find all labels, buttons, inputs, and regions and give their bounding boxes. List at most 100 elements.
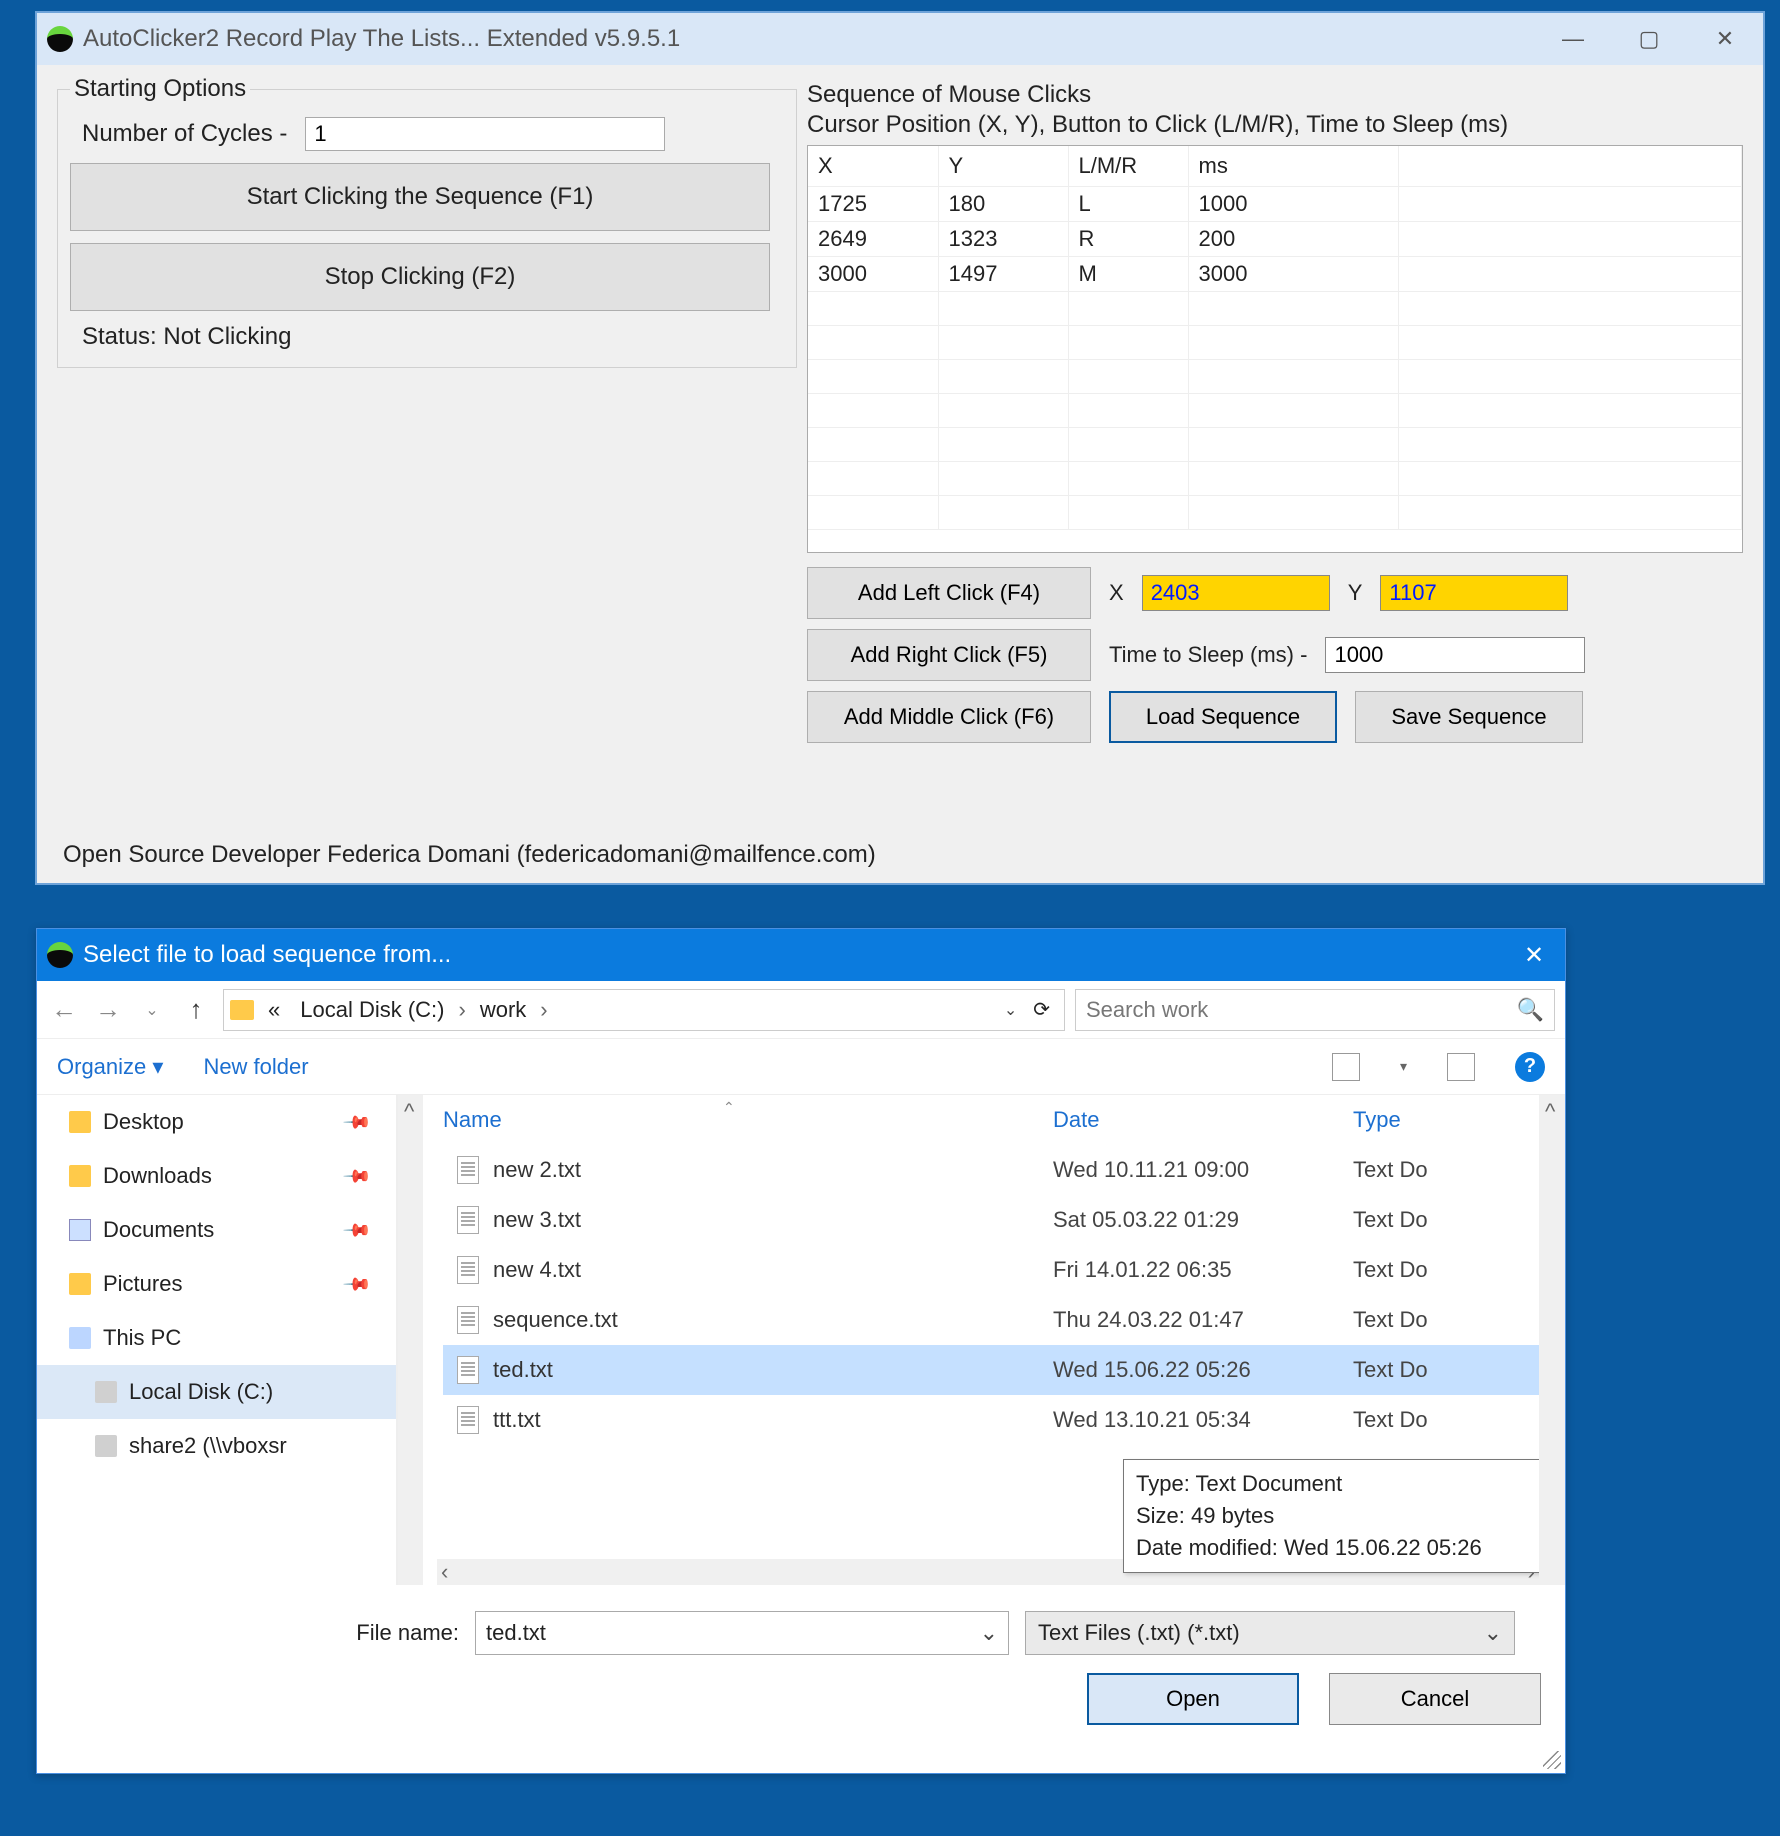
close-button[interactable]: ✕ [1687, 13, 1763, 65]
col-x[interactable]: X [808, 146, 938, 186]
file-row[interactable]: new 4.txt Fri 14.01.22 06:35 Text Do [443, 1245, 1539, 1295]
chevron-right-icon: › [540, 997, 547, 1023]
col-blank [1398, 146, 1742, 186]
dialog-close-button[interactable]: ✕ [1503, 929, 1565, 981]
sidebar-item[interactable]: Local Disk (C:) [37, 1365, 396, 1419]
scroll-left-icon[interactable]: ‹ [441, 1559, 448, 1585]
num-cycles-input[interactable] [305, 117, 665, 151]
y-input[interactable] [1380, 575, 1568, 611]
add-right-click-button[interactable]: Add Right Click (F5) [807, 629, 1091, 681]
sidebar-item[interactable]: Documents 📌 [37, 1203, 396, 1257]
sidebar-item[interactable]: Downloads 📌 [37, 1149, 396, 1203]
sequence-grid[interactable]: X Y L/M/R ms 1725180L100026491323R200300… [807, 145, 1743, 553]
add-middle-click-button[interactable]: Add Middle Click (F6) [807, 691, 1091, 743]
file-type: Text Do [1353, 1307, 1539, 1333]
titlebar[interactable]: AutoClicker2 Record Play The Lists... Ex… [37, 13, 1763, 65]
view-options-icon[interactable] [1332, 1053, 1360, 1081]
file-name: ttt.txt [493, 1407, 1053, 1433]
tooltip-type: Type: Text Document [1136, 1468, 1539, 1500]
chevron-down-icon[interactable]: ⌄ [980, 1620, 998, 1646]
filetype-select[interactable]: Text Files (.txt) (*.txt) ⌄ [1025, 1611, 1515, 1655]
col-ms[interactable]: ms [1188, 146, 1398, 186]
sleep-input[interactable] [1325, 637, 1585, 673]
file-tooltip: Type: Text Document Size: 49 bytes Date … [1123, 1459, 1539, 1573]
breadcrumb-seg2[interactable]: work [474, 997, 532, 1023]
maximize-button[interactable]: ▢ [1611, 13, 1687, 65]
dialog-nav-bar: ← → ⌄ ↑ « Local Disk (C:) › work › ⌄ ⟳ S… [37, 981, 1565, 1039]
back-button[interactable]: ← [47, 994, 81, 1025]
filelist-scrollbar[interactable] [1539, 1095, 1565, 1585]
sequence-row[interactable]: 1725180L1000 [808, 186, 1742, 221]
breadcrumb[interactable]: « Local Disk (C:) › work › ⌄ ⟳ [223, 989, 1065, 1031]
sleep-label: Time to Sleep (ms) - [1109, 642, 1307, 668]
sidebar-item[interactable]: Desktop 📌 [37, 1095, 396, 1149]
file-row[interactable]: ttt.txt Wed 13.10.21 05:34 Text Do [443, 1395, 1539, 1445]
file-type: Text Do [1353, 1357, 1539, 1383]
app-logo-icon [47, 26, 73, 52]
filename-input[interactable]: ted.txt ⌄ [475, 1611, 1009, 1655]
open-button[interactable]: Open [1087, 1673, 1299, 1725]
forward-button[interactable]: → [91, 994, 125, 1025]
file-date: Wed 13.10.21 05:34 [1053, 1407, 1353, 1433]
sidebar-item[interactable]: Pictures 📌 [37, 1257, 396, 1311]
breadcrumb-seg1[interactable]: Local Disk (C:) [294, 997, 450, 1023]
file-type: Text Do [1353, 1157, 1539, 1183]
x-label: X [1109, 580, 1124, 606]
new-folder-button[interactable]: New folder [203, 1054, 308, 1080]
x-input[interactable] [1142, 575, 1330, 611]
preview-pane-icon[interactable] [1447, 1053, 1475, 1081]
col-lmr[interactable]: L/M/R [1068, 146, 1188, 186]
refresh-icon[interactable]: ⟳ [1025, 997, 1058, 1022]
sidebar-scrollbar[interactable] [397, 1095, 423, 1585]
view-dropdown-icon[interactable]: ▾ [1400, 1058, 1407, 1075]
sidebar-item[interactable]: This PC [37, 1311, 396, 1365]
organize-menu[interactable]: Organize ▾ [57, 1054, 163, 1080]
text-file-icon [457, 1156, 479, 1184]
file-row[interactable]: sequence.txt Thu 24.03.22 01:47 Text Do [443, 1295, 1539, 1345]
sequence-header: Sequence of Mouse Clicks [807, 81, 1743, 109]
sidebar-item[interactable]: share2 (\\vboxsr [37, 1419, 396, 1473]
starting-options-legend: Starting Options [70, 75, 250, 103]
column-type[interactable]: Type [1353, 1107, 1539, 1133]
file-row[interactable]: new 3.txt Sat 05.03.22 01:29 Text Do [443, 1195, 1539, 1245]
help-icon[interactable]: ? [1515, 1052, 1545, 1082]
up-button[interactable]: ↑ [179, 994, 213, 1025]
filename-label: File name: [61, 1620, 459, 1646]
column-name[interactable]: Name ⌃ [443, 1107, 1053, 1133]
autoclicker-window: AutoClicker2 Record Play The Lists... Ex… [36, 12, 1764, 884]
minimize-button[interactable]: — [1535, 13, 1611, 65]
search-input[interactable]: Search work 🔍 [1075, 989, 1555, 1031]
chevron-right-icon: › [459, 997, 466, 1023]
tooltip-modified: Date modified: Wed 15.06.22 05:26 [1136, 1532, 1539, 1564]
load-sequence-button[interactable]: Load Sequence [1109, 691, 1337, 743]
sidebar-item-label: Documents [103, 1217, 214, 1243]
cancel-button[interactable]: Cancel [1329, 1673, 1541, 1725]
sequence-row[interactable]: 30001497M3000 [808, 256, 1742, 291]
sequence-row[interactable]: 26491323R200 [808, 221, 1742, 256]
file-date: Wed 15.06.22 05:26 [1053, 1357, 1353, 1383]
sidebar-item-label: This PC [103, 1325, 181, 1351]
sidebar-item-label: Downloads [103, 1163, 212, 1189]
text-file-icon [457, 1306, 479, 1334]
resize-grip-icon[interactable] [1543, 1751, 1561, 1769]
file-row[interactable]: new 2.txt Wed 10.11.21 09:00 Text Do [443, 1145, 1539, 1195]
stop-clicking-button[interactable]: Stop Clicking (F2) [70, 243, 770, 311]
file-type: Text Do [1353, 1257, 1539, 1283]
column-date[interactable]: Date [1053, 1107, 1353, 1133]
save-sequence-button[interactable]: Save Sequence [1355, 691, 1583, 743]
sidebar: Desktop 📌 Downloads 📌 Documents 📌 Pictur… [37, 1095, 397, 1585]
dialog-titlebar[interactable]: Select file to load sequence from... ✕ [37, 929, 1565, 981]
file-name: new 4.txt [493, 1257, 1053, 1283]
recent-locations-button[interactable]: ⌄ [135, 1000, 169, 1020]
file-row[interactable]: ted.txt Wed 15.06.22 05:26 Text Do [443, 1345, 1539, 1395]
search-icon: 🔍 [1517, 997, 1544, 1023]
pin-icon: 📌 [341, 1161, 372, 1192]
chevron-down-icon[interactable]: ⌄ [1004, 1000, 1017, 1020]
col-y[interactable]: Y [938, 146, 1068, 186]
sidebar-item-label: Pictures [103, 1271, 182, 1297]
file-list: Name ⌃ Date Type new 2.txt Wed 10.11.21 … [423, 1095, 1539, 1585]
text-file-icon [457, 1256, 479, 1284]
add-left-click-button[interactable]: Add Left Click (F4) [807, 567, 1091, 619]
start-clicking-button[interactable]: Start Clicking the Sequence (F1) [70, 163, 770, 231]
dialog-toolbar: Organize ▾ New folder ▾ ? [37, 1039, 1565, 1095]
